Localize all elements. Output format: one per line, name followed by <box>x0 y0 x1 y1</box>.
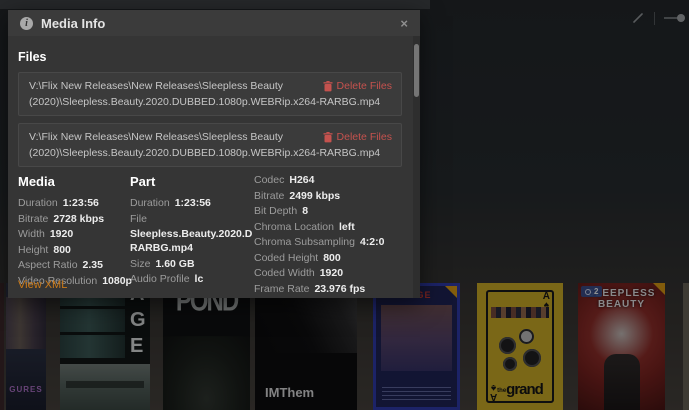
file-path-line: V:\Flix New Releases\New Releases\Sleepl… <box>29 131 284 143</box>
info-row: File <box>130 212 147 225</box>
info-columns: Media Duration 1:23:56 Bitrate 2728 kbps W… <box>18 174 402 298</box>
media-heading: Media <box>18 174 55 189</box>
info-row: Size 1.60 GB <box>130 257 195 270</box>
info-row: Aspect Ratio 2.35 <box>18 259 103 271</box>
info-row: Width 1920 <box>18 228 74 240</box>
trash-icon <box>323 131 333 142</box>
info-row: Coded Width 1920 <box>254 267 344 279</box>
files-heading: Files <box>18 50 47 64</box>
delete-files-label: Delete Files <box>336 80 392 92</box>
dialog-body: Files V:\Flix New Releases\New Releases\… <box>8 50 420 298</box>
file-row: V:\Flix New Releases\New Releases\Sleepl… <box>18 72 402 116</box>
media-info-dialog: i Media Info × Files V:\Flix New Release… <box>8 10 420 298</box>
dialog-header: i Media Info × <box>8 10 420 36</box>
scrollbar-thumb[interactable] <box>414 44 419 97</box>
info-row: Audio Profile lc <box>130 273 204 285</box>
delete-files-label: Delete Files <box>336 131 392 143</box>
part-section: Part Duration 1:23:56 File Sleepless.Beau… <box>130 174 254 298</box>
dialog-scrollbar[interactable] <box>413 36 420 298</box>
info-row: Chroma Location left <box>254 220 355 233</box>
part-file-value-line: RARBG.mp4 <box>130 241 194 254</box>
delete-files-button[interactable]: Delete Files <box>323 131 392 143</box>
file-path-line: V:\Flix New Releases\New Releases\Sleepl… <box>29 80 284 92</box>
part-file-value-line: Sleepless.Beauty.2020.D <box>130 227 253 240</box>
info-row: Duration 1:23:56 <box>18 197 99 209</box>
info-row: Frame Rate 23.976 fps <box>254 282 366 295</box>
part-heading: Part <box>130 174 156 189</box>
close-icon[interactable]: × <box>400 17 408 30</box>
info-row: Bit Depth 8 <box>254 205 309 217</box>
trash-icon <box>323 80 333 91</box>
info-row: Codec H264 <box>254 174 315 186</box>
info-row: Height 800 <box>18 243 71 256</box>
view-xml-link[interactable]: View XML <box>18 279 67 291</box>
info-row: Chroma Subsampling 4:2:0 <box>254 236 385 248</box>
file-path-line: (2020)\Sleepless.Beauty.2020.DUBBED.1080… <box>29 96 381 108</box>
info-row: Bitrate 2728 kbps <box>18 212 105 225</box>
info-row: Coded Height 800 <box>254 251 341 264</box>
info-row: Duration 1:23:56 <box>130 197 211 209</box>
file-row: V:\Flix New Releases\New Releases\Sleepl… <box>18 123 402 167</box>
stream-section: Codec H264 Bitrate 2499 kbps Bit Depth 8 Ch… <box>254 174 402 298</box>
dialog-title: Media Info <box>41 15 106 31</box>
delete-files-button[interactable]: Delete Files <box>323 80 392 92</box>
info-icon: i <box>20 16 33 30</box>
file-path-line: (2020)\Sleepless.Beauty.2020.DUBBED.1080… <box>29 147 381 159</box>
info-row: Bitrate 2499 kbps <box>254 189 341 202</box>
